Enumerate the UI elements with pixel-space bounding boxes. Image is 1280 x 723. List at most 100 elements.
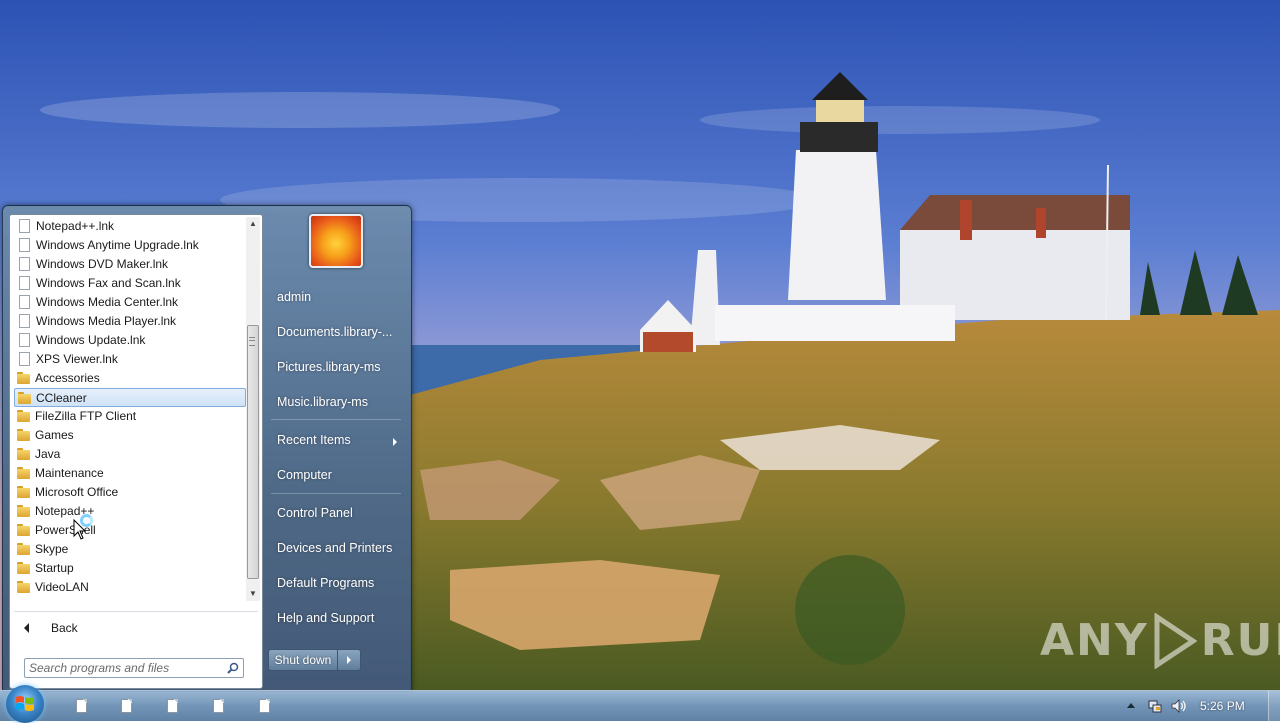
right-item-label: Help and Support (277, 611, 375, 625)
folder-icon (17, 485, 31, 499)
program-folder-item[interactable]: CCleaner (14, 388, 246, 407)
watermark-text-any: ANY (1040, 615, 1149, 666)
right-item-documents[interactable]: Documents.library-... (267, 317, 403, 347)
divider (14, 611, 258, 612)
start-button[interactable] (6, 685, 44, 723)
document-icon (19, 276, 30, 290)
program-shortcut-item[interactable]: Windows Media Center.lnk (14, 293, 244, 311)
right-item-label: Recent Items (277, 433, 351, 447)
right-item-label: Control Panel (277, 506, 353, 520)
all-programs-list[interactable]: Notepad++.lnk Windows Anytime Upgrade.lnk… (12, 217, 246, 607)
right-item-default-programs[interactable]: Default Programs (267, 568, 403, 598)
folder-icon (17, 523, 31, 537)
program-shortcut-item[interactable]: Windows Anytime Upgrade.lnk (14, 236, 244, 254)
document-icon (19, 352, 30, 366)
program-label: Windows Media Player.lnk (36, 314, 177, 328)
taskbar-document-icon[interactable] (76, 699, 87, 713)
program-list-scrollbar[interactable]: ▲ ▼ (246, 217, 260, 601)
shutdown-options-button[interactable] (338, 649, 361, 671)
program-folder-item[interactable]: PowerShell (14, 521, 244, 539)
program-shortcut-item[interactable]: Windows Update.lnk (14, 331, 244, 349)
search-box[interactable] (24, 658, 244, 678)
show-desktop-button[interactable] (1268, 691, 1280, 721)
right-item-computer[interactable]: Computer (267, 460, 403, 490)
program-label: Java (35, 447, 61, 461)
windows-logo-icon (16, 696, 34, 711)
right-item-pictures[interactable]: Pictures.library-ms (267, 352, 403, 382)
program-label: Windows DVD Maker.lnk (36, 257, 169, 271)
document-icon (19, 257, 30, 271)
document-icon (19, 314, 30, 328)
right-item-label: Default Programs (277, 576, 375, 590)
folder-icon (17, 580, 31, 594)
program-label: Microsoft Office (35, 485, 119, 499)
document-icon (19, 219, 30, 233)
taskbar-document-icon[interactable] (121, 699, 132, 713)
program-folder-item[interactable]: Startup (14, 559, 244, 577)
shutdown-label: Shut down (274, 653, 332, 667)
program-folder-item[interactable]: Accessories (14, 369, 244, 387)
right-item-label: Music.library-ms (277, 395, 368, 409)
search-input[interactable] (29, 660, 219, 676)
right-item-label: Devices and Printers (277, 541, 393, 555)
clock[interactable]: 5:26 PM (1200, 691, 1245, 721)
taskbar-document-icon[interactable] (167, 699, 178, 713)
folder-icon (17, 371, 31, 385)
folder-icon (18, 391, 32, 405)
program-label: Startup (35, 561, 74, 575)
program-folder-item[interactable]: Games (14, 426, 244, 444)
shutdown-button[interactable]: Shut down (268, 649, 338, 671)
user-avatar[interactable] (309, 214, 363, 268)
scroll-down-arrow-icon[interactable]: ▼ (246, 587, 260, 601)
divider (271, 419, 401, 420)
program-folder-item[interactable]: Microsoft Office (14, 483, 244, 501)
show-hidden-icons-icon[interactable] (1127, 703, 1135, 708)
program-folder-item[interactable]: VideoLAN (14, 578, 244, 596)
program-label: CCleaner (36, 390, 87, 405)
chevron-right-icon (347, 656, 351, 664)
folder-icon (17, 428, 31, 442)
folder-icon (17, 447, 31, 461)
program-label: Notepad++.lnk (36, 219, 115, 233)
folder-icon (17, 561, 31, 575)
program-shortcut-item[interactable]: Windows Fax and Scan.lnk (14, 274, 244, 292)
document-icon (19, 333, 30, 347)
taskbar-document-icon[interactable] (213, 699, 224, 713)
back-button[interactable]: Back (14, 617, 254, 639)
program-label: Windows Fax and Scan.lnk (36, 276, 181, 290)
program-folder-item[interactable]: Maintenance (14, 464, 244, 482)
program-folder-item[interactable]: Java (14, 445, 244, 463)
program-label: Windows Media Center.lnk (36, 295, 179, 309)
program-label: XPS Viewer.lnk (36, 352, 118, 366)
program-label: Games (35, 428, 74, 442)
right-item-control-panel[interactable]: Control Panel (267, 498, 403, 528)
program-shortcut-item[interactable]: Windows Media Player.lnk (14, 312, 244, 330)
taskbar-document-icon[interactable] (259, 699, 270, 713)
folder-icon (17, 409, 31, 423)
scroll-thumb[interactable] (247, 325, 259, 579)
right-item-devices-printers[interactable]: Devices and Printers (267, 533, 403, 563)
start-menu-left-pane: Notepad++.lnk Windows Anytime Upgrade.lnk… (9, 214, 263, 689)
back-label: Back (51, 621, 78, 635)
right-item-recent-items[interactable]: Recent Items (267, 425, 403, 455)
program-label: VideoLAN (35, 580, 89, 594)
right-item-help-support[interactable]: Help and Support (267, 603, 403, 633)
scroll-up-arrow-icon[interactable]: ▲ (246, 217, 260, 231)
program-folder-item[interactable]: FileZilla FTP Client (14, 407, 244, 425)
right-item-label: Computer (277, 468, 332, 482)
program-folder-item[interactable]: Skype (14, 540, 244, 558)
watermark-text-run: RUN (1200, 615, 1280, 666)
network-icon[interactable] (1148, 699, 1162, 713)
right-item-music[interactable]: Music.library-ms (267, 387, 403, 417)
right-item-user[interactable]: admin (267, 282, 403, 312)
program-label: Windows Update.lnk (36, 333, 146, 347)
volume-icon[interactable] (1171, 699, 1187, 713)
right-item-label: admin (277, 290, 312, 304)
program-shortcut-item[interactable]: Windows DVD Maker.lnk (14, 255, 244, 273)
search-icon[interactable] (227, 662, 239, 674)
program-label: FileZilla FTP Client (35, 409, 137, 423)
program-folder-item[interactable]: Notepad++ (14, 502, 244, 520)
program-shortcut-item[interactable]: XPS Viewer.lnk (14, 350, 244, 368)
busy-spinner-icon (80, 514, 93, 527)
program-shortcut-item[interactable]: Notepad++.lnk (14, 217, 244, 235)
